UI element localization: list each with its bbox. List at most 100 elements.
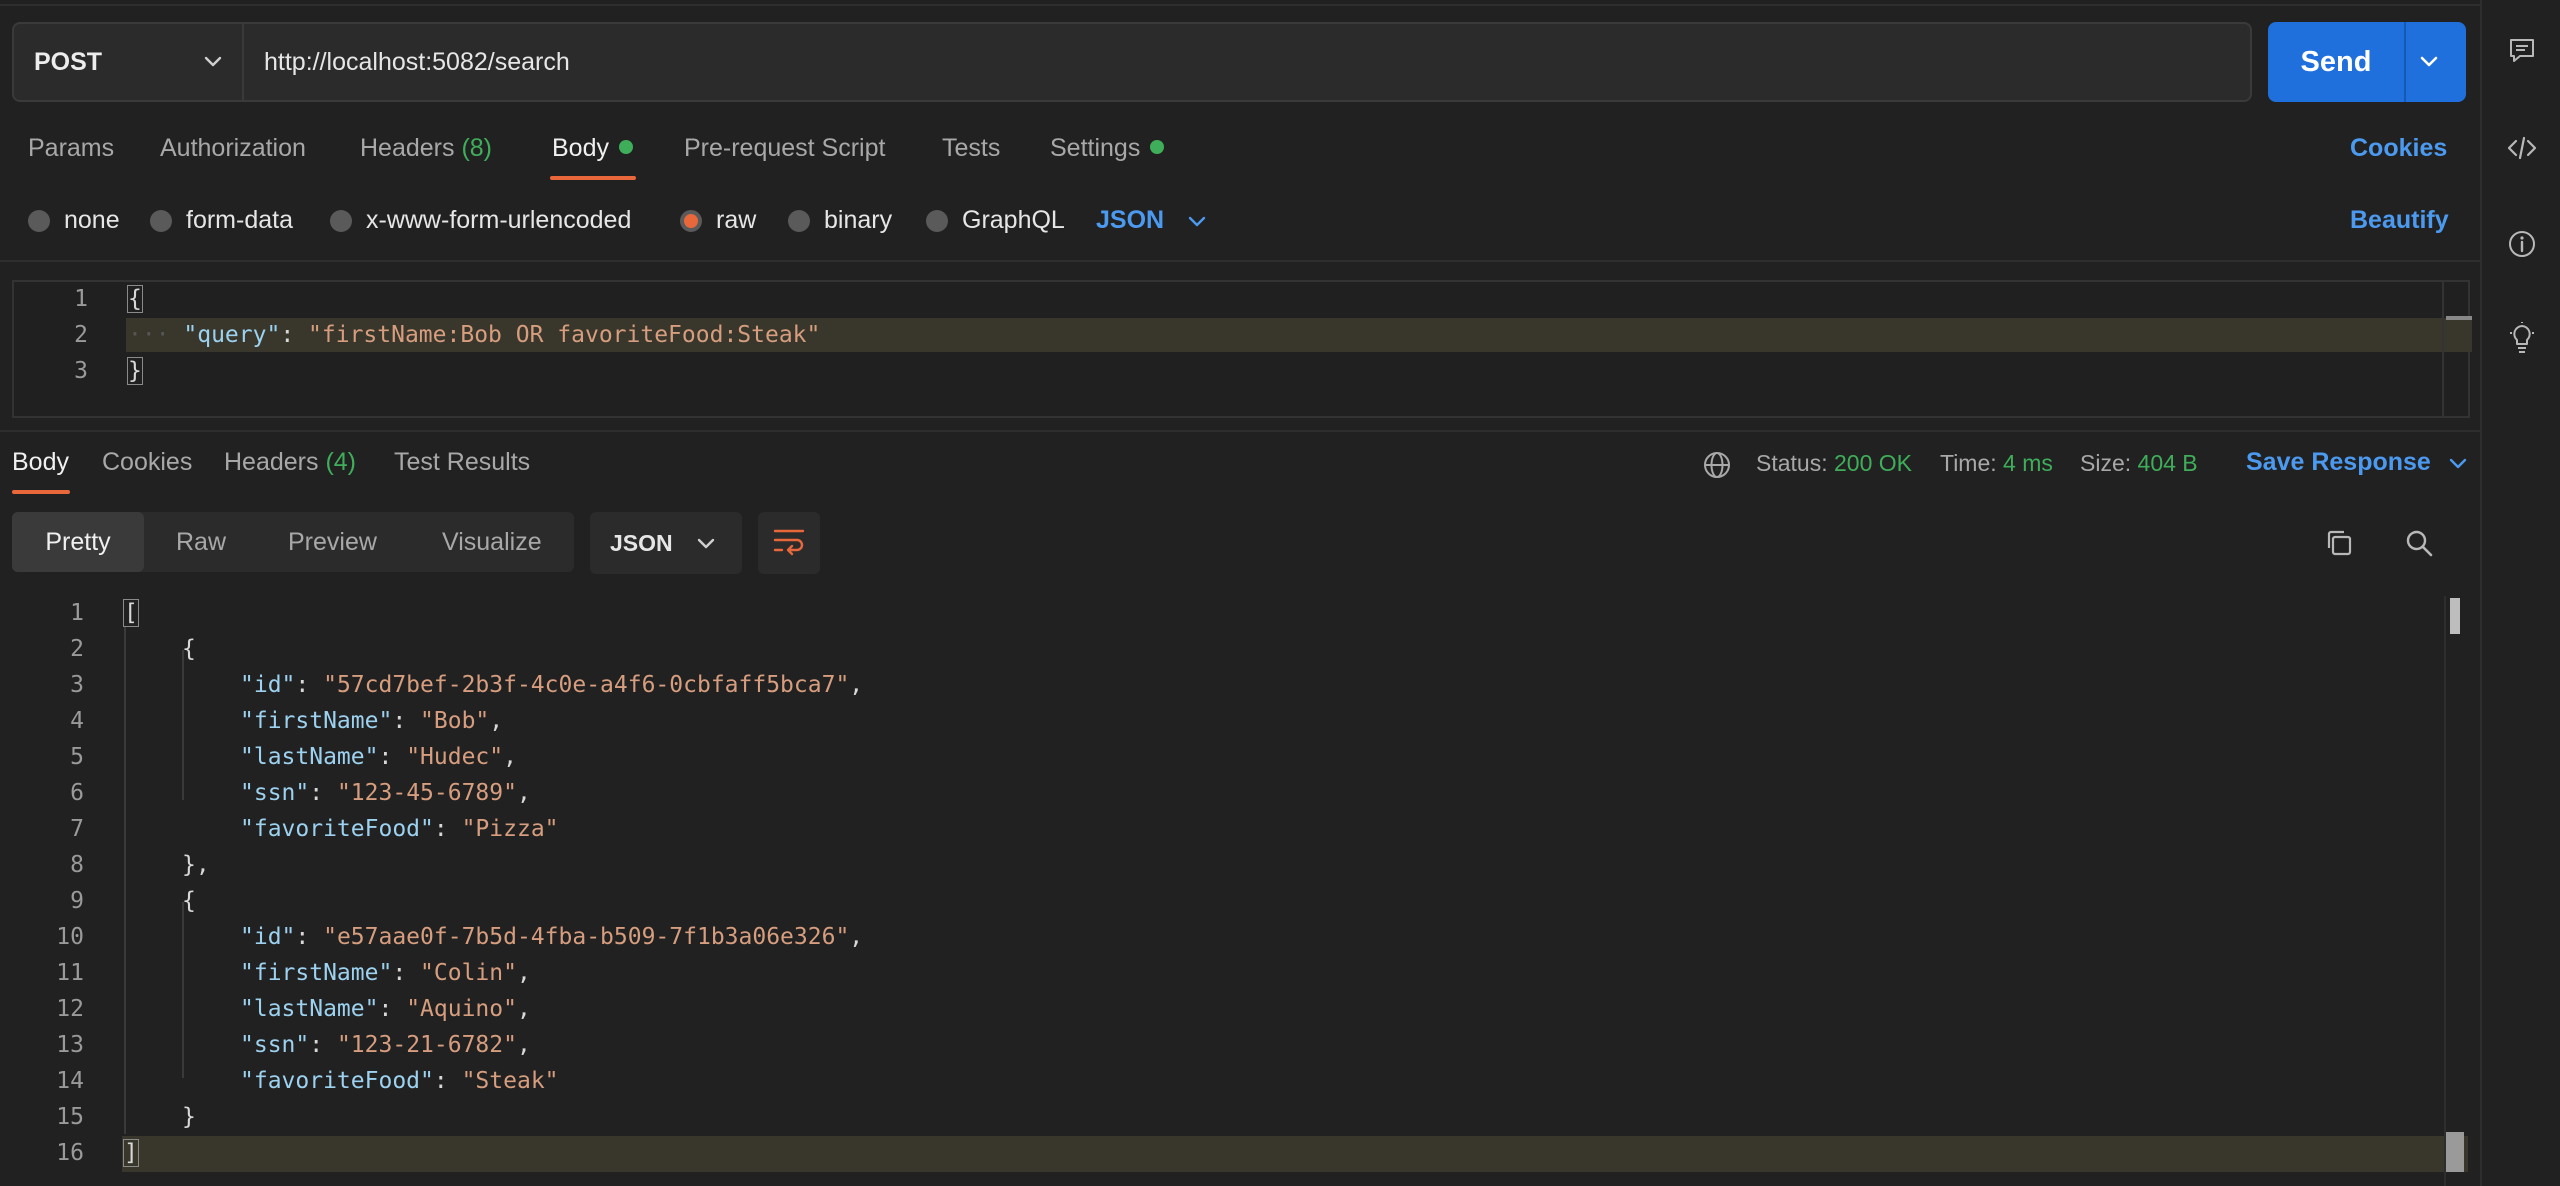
response-tab-body[interactable]: Body: [12, 448, 69, 477]
response-headers-count: (4): [325, 448, 357, 476]
scrollbar[interactable]: [2446, 316, 2472, 320]
json-colon: :: [433, 1068, 462, 1094]
main-panel: POST http://localhost:5082/search Send P…: [0, 0, 2480, 1186]
cookies-link[interactable]: Cookies: [2350, 134, 2447, 163]
view-raw[interactable]: Raw: [176, 512, 226, 572]
code-line: {: [182, 888, 196, 914]
request-body-editor[interactable]: 1 2 3 { ··· "query": "firstName:Bob OR f…: [12, 280, 2472, 418]
response-tab-headers[interactable]: Headers (4): [224, 448, 356, 477]
json-value: "Bob": [420, 708, 490, 734]
code-line: "id": "e57aae0f-7b5d-4fba-b509-7f1b3a06e…: [240, 924, 863, 950]
radio-binary[interactable]: binary: [788, 206, 892, 235]
code-icon[interactable]: [2504, 130, 2540, 166]
json-colon: :: [392, 708, 421, 734]
url-text: http://localhost:5082/search: [264, 47, 570, 76]
line-number: 3: [70, 672, 84, 698]
beautify-link[interactable]: Beautify: [2350, 206, 2449, 235]
code-line: "firstName": "Bob",: [240, 708, 503, 734]
send-button[interactable]: Send: [2268, 22, 2466, 102]
tab-body-label: Body: [552, 134, 609, 162]
view-visualize[interactable]: Visualize: [442, 512, 542, 572]
radio-raw-circle-selected: [680, 209, 702, 232]
response-view-switcher: Pretty Raw Preview Visualize: [12, 512, 574, 572]
body-language-select[interactable]: JSON: [1096, 206, 1208, 235]
code-line: "favoriteFood": "Pizza": [240, 816, 559, 842]
json-value: "Steak": [461, 1068, 559, 1094]
json-value: "firstName:Bob OR favoriteFood:Steak": [308, 322, 821, 348]
tab-prerequest-script[interactable]: Pre-request Script: [684, 134, 885, 170]
comment-icon[interactable]: [2504, 32, 2540, 68]
radio-form-data-label: form-data: [186, 206, 293, 234]
tab-headers[interactable]: Headers (8): [360, 134, 492, 170]
line-number: 3: [74, 358, 88, 384]
status-label: Status:: [1756, 450, 1828, 476]
copy-icon[interactable]: [2322, 526, 2356, 560]
search-icon[interactable]: [2402, 526, 2436, 560]
json-key: "ssn": [240, 1032, 310, 1058]
view-preview[interactable]: Preview: [288, 512, 377, 572]
globe-icon[interactable]: [1700, 448, 1734, 482]
line-number: 7: [70, 816, 84, 842]
line-number: 12: [56, 996, 84, 1022]
code-line: "favoriteFood": "Steak": [240, 1068, 559, 1094]
save-response-button[interactable]: Save Response: [2246, 448, 2469, 477]
json-colon: :: [295, 924, 324, 950]
code-line: "ssn": "123-45-6789",: [240, 780, 531, 806]
code-line: "lastName": "Hudec",: [240, 744, 517, 770]
code-line: "id": "57cd7bef-2b3f-4c0e-a4f6-0cbfaff5b…: [240, 672, 863, 698]
response-tab-cookies[interactable]: Cookies: [102, 448, 192, 477]
json-value: "123-45-6789": [336, 780, 517, 806]
json-colon: :: [280, 322, 309, 348]
json-key: "id": [240, 672, 296, 698]
tab-params[interactable]: Params: [28, 134, 114, 170]
response-format-select[interactable]: JSON: [590, 512, 742, 574]
radio-none[interactable]: none: [28, 206, 120, 235]
line-number: 13: [56, 1032, 84, 1058]
indent-guide: [182, 650, 184, 800]
json-value: "Colin": [420, 960, 517, 986]
wrap-lines-button[interactable]: [758, 512, 820, 574]
code-line: "lastName": "Aquino",: [240, 996, 531, 1022]
url-input[interactable]: http://localhost:5082/search: [244, 22, 2252, 102]
wrap-lines-icon: [772, 526, 806, 561]
scrollbar-thumb[interactable]: [2450, 598, 2460, 634]
response-body-viewer[interactable]: 1 2 3 4 5 6 7 8 9 10 11 12 13 14 15 16 […: [0, 596, 2470, 1186]
radio-form-data[interactable]: form-data: [150, 206, 293, 235]
radio-urlencoded[interactable]: x-www-form-urlencoded: [330, 206, 631, 235]
editor-gutter-line: [2442, 282, 2444, 416]
tab-tests[interactable]: Tests: [942, 134, 1000, 170]
radio-graphql-circle: [926, 209, 948, 232]
line-number: 16: [56, 1140, 84, 1166]
code-line: [: [123, 599, 139, 627]
radio-binary-circle: [788, 209, 810, 232]
code-line: {: [127, 285, 143, 313]
json-colon: :: [392, 960, 421, 986]
scrollbar-marker: [2446, 1132, 2464, 1172]
line-number: 8: [70, 852, 84, 878]
method-select[interactable]: POST: [12, 22, 244, 102]
view-pretty[interactable]: Pretty: [12, 512, 144, 572]
send-label: Send: [2300, 45, 2372, 78]
tab-settings[interactable]: Settings: [1050, 134, 1165, 170]
radio-graphql[interactable]: GraphQL: [926, 206, 1065, 235]
response-tab-test-results[interactable]: Test Results: [394, 448, 530, 477]
tab-body[interactable]: Body: [552, 134, 633, 170]
line-number: 2: [74, 322, 88, 348]
response-status: Status: 200 OK: [1756, 450, 1912, 477]
send-options-chevron-icon[interactable]: [2416, 48, 2442, 79]
info-icon[interactable]: [2504, 226, 2540, 262]
json-value: "Pizza": [461, 816, 559, 842]
json-comma: ,: [503, 744, 517, 770]
line-number: 2: [70, 636, 84, 662]
json-value: "e57aae0f-7b5d-4fba-b509-7f1b3a06e326": [323, 924, 850, 950]
close-brace: }: [182, 1104, 196, 1130]
response-format-label: JSON: [610, 529, 673, 556]
divider: [0, 430, 2480, 432]
json-comma: ,: [516, 960, 531, 986]
current-line-highlight: [122, 1136, 2468, 1172]
json-value: "Aquino": [406, 996, 517, 1022]
size-value: 404 B: [2137, 450, 2198, 476]
lightbulb-icon[interactable]: [2504, 320, 2540, 356]
radio-raw[interactable]: raw: [680, 206, 756, 235]
tab-authorization[interactable]: Authorization: [160, 134, 306, 170]
